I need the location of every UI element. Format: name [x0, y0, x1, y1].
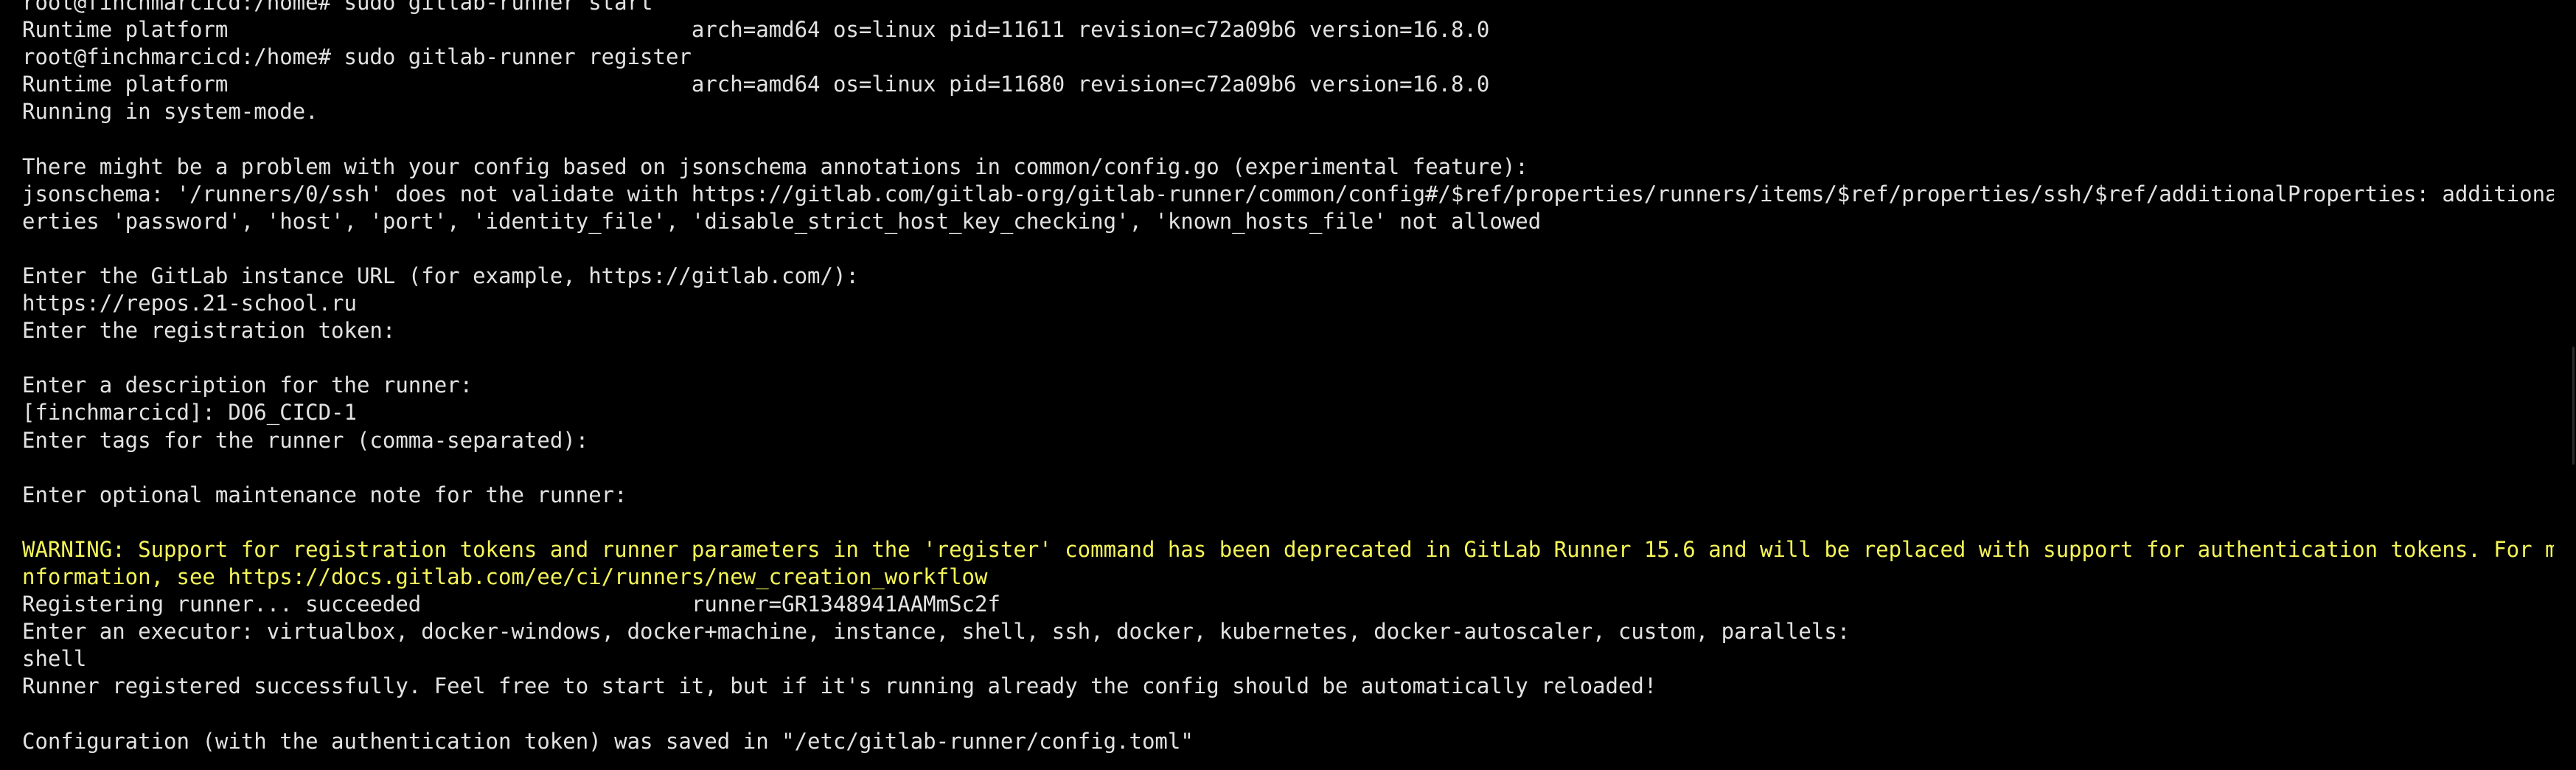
terminal-line: Enter the GitLab instance URL (for examp…: [22, 263, 859, 288]
terminal-line: Running in system-mode.: [22, 99, 318, 125]
vertical-scrollbar[interactable]: [2570, 347, 2576, 465]
terminal-line: Runtime platform arch=amd64 os=linux pid…: [22, 72, 1490, 97]
terminal-line: [finchmarcicd]: DO6_CICD-1: [22, 400, 357, 426]
terminal-line: Enter tags for the runner (comma-separat…: [22, 427, 589, 453]
terminal-window[interactable]: root@finchmarcicd:/home# sudo gitlab-run…: [0, 0, 2576, 770]
terminal-line: Runner registered successfully. Feel fre…: [22, 673, 1657, 699]
terminal-line: There might be a problem with your confi…: [22, 153, 1528, 179]
terminal-line: Enter the registration token:: [22, 318, 396, 344]
terminal-line: root@finchmarcicd:/home# sudo gitlab-run…: [22, 0, 653, 15]
terminal-warning-line: nformation, see https://docs.gitlab.com/…: [22, 563, 988, 589]
terminal-line: Enter optional maintenance note for the …: [22, 482, 627, 507]
terminal-line: Configuration (with the authentication t…: [22, 728, 1194, 754]
terminal-warning-line: WARNING: Support for registration tokens…: [22, 536, 2554, 562]
terminal-line: https://repos.21-school.ru: [22, 291, 357, 316]
terminal-line: Enter a description for the runner:: [22, 372, 473, 398]
terminal-line: jsonschema: '/runners/0/ssh' does not va…: [22, 181, 2554, 207]
scrollbar-thumb[interactable]: [2572, 347, 2575, 465]
terminal-line: Enter an executor: virtualbox, docker-wi…: [22, 619, 1851, 645]
terminal-line: Registering runner... succeeded runner=G…: [22, 592, 1000, 617]
terminal-line: shell: [22, 646, 87, 672]
terminal-line: Runtime platform arch=amd64 os=linux pid…: [22, 17, 1490, 43]
terminal-line: erties 'password', 'host', 'port', 'iden…: [22, 208, 1542, 234]
terminal-line: root@finchmarcicd:/home# sudo gitlab-run…: [22, 44, 692, 70]
redaction-scribble: [4, 355, 428, 371]
terminal-output: root@finchmarcicd:/home# sudo gitlab-run…: [22, 0, 2554, 755]
